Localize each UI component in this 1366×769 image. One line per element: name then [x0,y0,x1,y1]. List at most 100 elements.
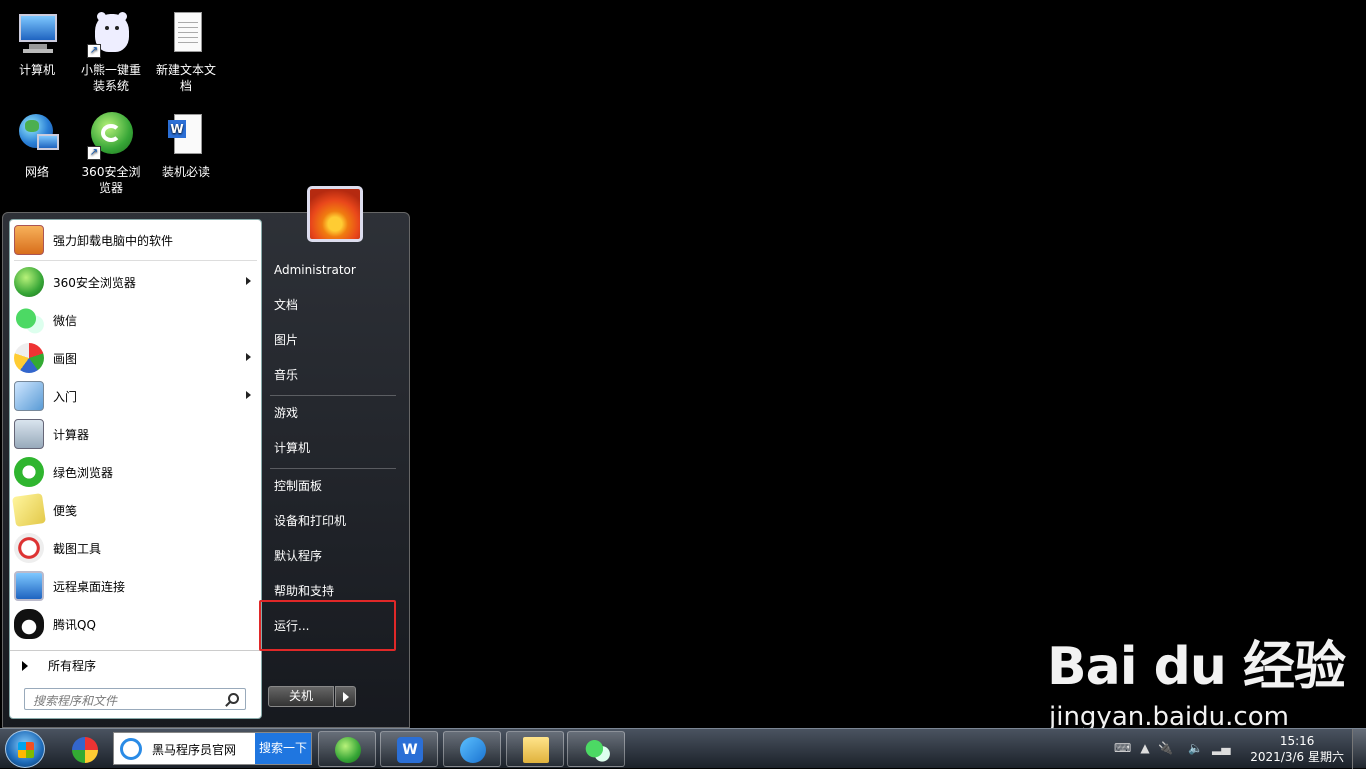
power-icon[interactable]: 🔌 [1158,741,1173,755]
desktop-icon-label: 网络 [24,165,49,179]
keyboard-icon[interactable]: ⌨ [1114,741,1131,755]
desktop-icon-bear-reinstall[interactable]: ↗ 小熊一键重装系统 [74,10,148,94]
desktop-icon-label: 新建文本文档 [155,63,216,93]
start-item-control-panel[interactable]: 控制面板 [272,472,392,500]
divider [270,468,396,469]
desktop: 计算机 ↗ 小熊一键重装系统 新建文本文档 网络 ↗ 360安全浏览器 W 装机… [0,0,1366,732]
taskbar-app-wps[interactable]: W [380,731,438,767]
start-menu-programs-pane: 强力卸载电脑中的软件 360安全浏览器 微信 画图 入门 计算器 绿色浏览器 便… [9,219,262,719]
program-item-wechat[interactable]: 微信 [14,302,259,338]
divider [270,395,396,396]
submenu-arrow-icon [246,277,251,285]
desktop-icon-label: 计算机 [18,63,55,77]
folder-icon [523,737,549,763]
shutdown-options-button[interactable] [335,686,356,707]
shortcut-arrow-icon: ↗ [87,44,101,58]
baidu-jingyan-watermark: Bai du 经验 jingyan.baidu.com [1045,620,1346,732]
program-item-getting-started[interactable]: 入门 [14,378,259,414]
wps-icon: W [397,737,423,763]
all-programs-label: 所有程序 [48,659,97,673]
desktop-icon-label: 装机必读 [161,165,210,179]
program-item-calculator[interactable]: 计算器 [14,416,259,452]
taskbar-ie-search-bar[interactable]: 黑马程序员官网 搜索一下 [113,732,312,765]
start-button[interactable] [5,730,45,768]
user-avatar[interactable] [307,186,363,242]
start-item-games[interactable]: 游戏 [272,399,392,427]
wechat-icon [14,305,44,335]
taskbar-app-notes[interactable] [443,731,501,767]
watermark-brand: Bai du 经验 [1047,637,1346,697]
desktop-icon-network[interactable]: 网络 [0,112,74,180]
desktop-icon-computer[interactable]: 计算机 [0,10,74,78]
all-programs-button[interactable]: 所有程序 [10,650,261,680]
remote-desktop-icon [14,571,44,601]
program-item-360-browser[interactable]: 360安全浏览器 [14,264,259,300]
ie-icon [120,738,142,760]
bear-icon: ↗ [87,10,135,58]
taskbar-app-wechat[interactable] [567,731,625,767]
taskbar-app-360-browser[interactable] [318,731,376,767]
wechat-icon [584,737,610,763]
uninstall-icon [14,225,44,255]
program-label: 强力卸载电脑中的软件 [53,233,174,248]
program-label: 远程桌面连接 [53,579,126,594]
start-search-input[interactable]: 搜索程序和文件 [24,688,246,710]
computer-icon [13,10,61,58]
taskbar-pinned-app[interactable] [55,731,113,767]
shortcut-arrow-icon: ↗ [87,146,101,160]
start-item-devices-printers[interactable]: 设备和打印机 [272,507,392,535]
program-label: 便笺 [53,503,78,518]
text-document-icon [162,10,210,58]
search-icon [228,693,239,704]
program-label: 360安全浏览器 [53,275,136,290]
submenu-arrow-icon [246,353,251,361]
program-item-qq[interactable]: 腾讯QQ [14,606,259,642]
search-go-button[interactable]: 搜索一下 [255,733,311,764]
desktop-icon-new-text-document[interactable]: 新建文本文档 [149,10,223,94]
network-signal-icon[interactable]: ▂▄ [1212,741,1230,755]
ie-tab-title: 黑马程序员官网 [152,743,237,757]
start-item-music[interactable]: 音乐 [272,361,392,389]
green-browser-icon [14,457,44,487]
start-item-computer[interactable]: 计算机 [272,434,392,462]
start-item-documents[interactable]: 文档 [272,291,392,319]
word-document-icon: W [162,112,210,160]
paint-icon [14,343,44,373]
desktop-icon-install-readme[interactable]: W 装机必读 [149,112,223,180]
shutdown-button[interactable]: 关机 [268,686,334,707]
getting-started-icon [14,381,44,411]
show-hidden-icons-icon[interactable]: ▲ [1138,741,1152,755]
divider [14,260,257,261]
program-item-remote-desktop[interactable]: 远程桌面连接 [14,568,259,604]
start-item-pictures[interactable]: 图片 [272,326,392,354]
program-label: 微信 [53,313,78,328]
sticky-notes-icon [12,493,46,527]
clock-time: 15:16 [1279,734,1315,748]
start-item-administrator[interactable]: Administrator [272,256,392,284]
pencil-icon [460,737,486,763]
qq-icon [14,609,44,639]
taskbar-app-explorer[interactable] [506,731,564,767]
program-label: 画图 [53,351,78,366]
program-label: 绿色浏览器 [53,465,114,480]
start-item-default-programs[interactable]: 默认程序 [272,542,392,570]
network-icon [13,112,61,160]
program-item-green-browser[interactable]: 绿色浏览器 [14,454,259,490]
desktop-icon-360-browser[interactable]: ↗ 360安全浏览器 [74,112,148,196]
program-item-paint[interactable]: 画图 [14,340,259,376]
browser-360-icon [335,737,361,763]
show-desktop-button[interactable] [1352,729,1366,769]
program-item-snipping-tool[interactable]: 截图工具 [14,530,259,566]
browser-360-icon: ↗ [87,112,135,160]
desktop-icon-label: 360安全浏览器 [81,165,141,195]
volume-icon[interactable]: 🔈 [1188,741,1203,755]
desktop-icon-label: 小熊一键重装系统 [80,63,141,93]
submenu-arrow-icon [246,391,251,399]
clock[interactable]: 15:16 2021/3/6 星期六 [1250,733,1344,765]
program-item-uninstaller[interactable]: 强力卸载电脑中的软件 [14,222,259,258]
program-item-sticky-notes[interactable]: 便笺 [12,492,259,528]
annotation-highlight-box [259,600,396,651]
program-label: 入门 [53,389,78,404]
browser-360-icon [14,267,44,297]
taskbar: 黑马程序员官网 搜索一下 W ⌨ ▲ 🔌 🔈 ▂▄ 15:16 2021/3/6… [0,728,1366,769]
